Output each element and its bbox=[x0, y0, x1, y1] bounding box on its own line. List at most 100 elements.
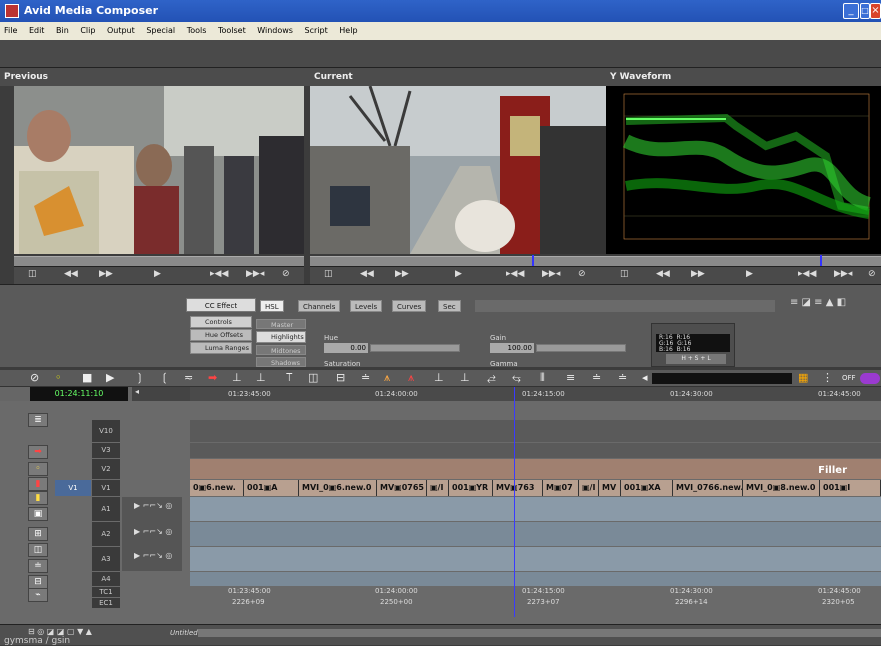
audio-keyframe-icon[interactable]: ▶ ⌐⌐↘ ◎ bbox=[134, 527, 172, 536]
audio-keyframe-icon[interactable]: ▶ ⌐⌐↘ ◎ bbox=[134, 551, 172, 560]
highlights-range-button[interactable]: Highlights bbox=[256, 331, 306, 343]
menu-file[interactable]: File bbox=[4, 26, 17, 35]
clip-v1[interactable]: MV▣763 bbox=[493, 480, 543, 496]
clip-v1[interactable]: 0▣6.new. bbox=[190, 480, 244, 496]
timeline-menu-button[interactable]: ≣ bbox=[28, 413, 48, 427]
timeline-off-badge[interactable]: OFF bbox=[842, 374, 856, 382]
match-frame-icon[interactable]: ⥄ bbox=[487, 371, 496, 385]
trim-icon[interactable]: ⊥ bbox=[232, 371, 242, 384]
add-edit-icon[interactable]: ⟙ bbox=[286, 371, 293, 385]
go-to-out-icon[interactable]: ▶▶◂ bbox=[542, 269, 560, 279]
track-header-a3[interactable]: A3 bbox=[92, 547, 120, 571]
play-icon[interactable]: ▶ bbox=[746, 269, 753, 279]
track-header-v3[interactable]: V3 bbox=[92, 443, 120, 458]
clip-v1[interactable]: 001▣YR bbox=[449, 480, 493, 496]
menu-help[interactable]: Help bbox=[339, 26, 357, 35]
timecode-display[interactable]: 01:24:11:10 bbox=[30, 387, 128, 401]
track-v1[interactable]: 0▣6.new. 001▣A MVI_0▣6.new.0 MV▣0765 ▣/I… bbox=[190, 480, 881, 496]
track-a2[interactable] bbox=[190, 522, 881, 546]
top-icon[interactable]: ⊥ bbox=[434, 371, 444, 384]
stop-icon[interactable]: ⊘ bbox=[30, 371, 39, 384]
audio-tool-button[interactable]: ≐ bbox=[28, 559, 48, 573]
sync-lock-icon[interactable]: ⦀ bbox=[540, 371, 545, 385]
rewind-icon[interactable]: ◀◀ bbox=[64, 269, 78, 279]
track-header-v1[interactable]: V1 bbox=[92, 480, 120, 496]
rewind-icon[interactable]: ◀◀ bbox=[656, 269, 670, 279]
clear-marks-icon[interactable]: ⊘ bbox=[282, 269, 290, 279]
midtones-range-button[interactable]: Midtones bbox=[256, 345, 306, 355]
track-a1[interactable] bbox=[190, 497, 881, 521]
clip-v1[interactable]: 001▣XA bbox=[621, 480, 673, 496]
clip-v1[interactable]: 001▣I bbox=[820, 480, 881, 496]
go-to-in-icon[interactable]: ▸◀◀ bbox=[798, 269, 816, 279]
current-position-bar[interactable] bbox=[310, 255, 606, 267]
track-header-a1[interactable]: A1 bbox=[92, 497, 120, 521]
track-header-a4[interactable]: A4 bbox=[92, 572, 120, 586]
menu-output[interactable]: Output bbox=[107, 26, 135, 35]
waveform-position-bar[interactable] bbox=[606, 255, 881, 267]
splice-in-icon[interactable]: ➡ bbox=[208, 371, 217, 384]
audio-button[interactable]: ◦ bbox=[28, 462, 48, 476]
menu-tools[interactable]: Tools bbox=[187, 26, 207, 35]
stop-square-icon[interactable]: ■ bbox=[82, 371, 92, 384]
extract-splice-icon[interactable]: ⩚ bbox=[408, 371, 414, 385]
play-icon[interactable]: ▶ bbox=[455, 269, 462, 279]
go-to-in-icon[interactable]: ▸◀◀ bbox=[210, 269, 228, 279]
timeline-playhead[interactable] bbox=[514, 387, 515, 617]
track-header-v2[interactable]: V2 bbox=[92, 459, 120, 479]
audio-icon[interactable]: ◦ bbox=[55, 371, 62, 384]
ruler-back-icon[interactable]: ◂ bbox=[132, 387, 190, 401]
shadows-range-button[interactable]: Shadows bbox=[256, 357, 306, 367]
go-to-in-icon[interactable]: ▸◀◀ bbox=[506, 269, 524, 279]
clip-v1[interactable]: MV bbox=[599, 480, 621, 496]
hue-slider[interactable] bbox=[370, 344, 460, 352]
cc-effect-button[interactable]: CC Effect bbox=[186, 298, 256, 312]
mark-clip-icon[interactable]: ◫ bbox=[28, 269, 37, 279]
menu-script[interactable]: Script bbox=[305, 26, 328, 35]
gain-slider[interactable] bbox=[536, 344, 626, 352]
clear-marks-icon[interactable]: ⊘ bbox=[578, 269, 586, 279]
menu-edit[interactable]: Edit bbox=[29, 26, 45, 35]
audio-mix-icon[interactable]: ≐ bbox=[592, 371, 601, 384]
menu-windows[interactable]: Windows bbox=[257, 26, 293, 35]
menu-special[interactable]: Special bbox=[146, 26, 175, 35]
trim-tool-button[interactable]: ◫ bbox=[28, 543, 48, 557]
fast-forward-icon[interactable]: ▶▶ bbox=[691, 269, 705, 279]
hsl-mode-select[interactable]: H + S + L bbox=[666, 354, 726, 364]
mark-clip-icon[interactable]: ◫ bbox=[324, 269, 333, 279]
hue-offsets-button[interactable]: Hue Offsets bbox=[190, 329, 252, 341]
tab-sec[interactable]: Sec bbox=[438, 300, 461, 312]
track-a3[interactable] bbox=[190, 547, 881, 571]
clear-marks-icon[interactable]: ⊘ bbox=[868, 269, 876, 279]
menu-clip[interactable]: Clip bbox=[80, 26, 95, 35]
clip-v1[interactable]: MVI_0▣6.new.0 bbox=[299, 480, 377, 496]
trim-icon-2[interactable]: ⊥ bbox=[256, 371, 266, 384]
menu-bin[interactable]: Bin bbox=[56, 26, 69, 35]
clip-v1[interactable]: M▣07 bbox=[543, 480, 579, 496]
lift-overwrite-icon[interactable]: ⩚ bbox=[384, 371, 390, 385]
close-button[interactable]: × bbox=[870, 3, 881, 19]
track-header-ec1[interactable]: EC1 bbox=[92, 598, 120, 608]
track-v2[interactable]: Filler bbox=[190, 459, 881, 479]
tab-channels[interactable]: Channels bbox=[298, 300, 341, 312]
track-v3[interactable] bbox=[190, 443, 881, 458]
lift-icon[interactable]: ≂ bbox=[184, 371, 193, 384]
view-icon[interactable]: ⋮ bbox=[822, 371, 833, 384]
gain-value-field[interactable]: 100.00 bbox=[490, 343, 534, 353]
mark-out-icon[interactable]: ❲ bbox=[160, 371, 169, 384]
maximize-button[interactable]: □ bbox=[860, 3, 870, 19]
edit-tool-button[interactable]: ⊟ bbox=[28, 575, 48, 589]
go-to-out-icon[interactable]: ▶▶◂ bbox=[834, 269, 852, 279]
track-v10[interactable] bbox=[190, 420, 881, 442]
link-tool-button[interactable]: ⌁ bbox=[28, 588, 48, 602]
split-icon[interactable]: ◫ bbox=[308, 371, 318, 384]
hue-value-field[interactable]: 0.00 bbox=[324, 343, 368, 353]
rewind-icon[interactable]: ◀◀ bbox=[360, 269, 374, 279]
track-a4[interactable] bbox=[190, 572, 881, 586]
play-icon[interactable]: ▶ bbox=[106, 371, 114, 384]
track-monitor-icon[interactable]: ≐ bbox=[618, 371, 627, 384]
clip-v1[interactable]: MVI_0766.new. bbox=[673, 480, 743, 496]
timeline-scroll-field[interactable] bbox=[652, 373, 792, 384]
mark-in-icon[interactable]: ❳ bbox=[135, 371, 144, 384]
splice-button[interactable]: ➡ bbox=[28, 445, 48, 459]
